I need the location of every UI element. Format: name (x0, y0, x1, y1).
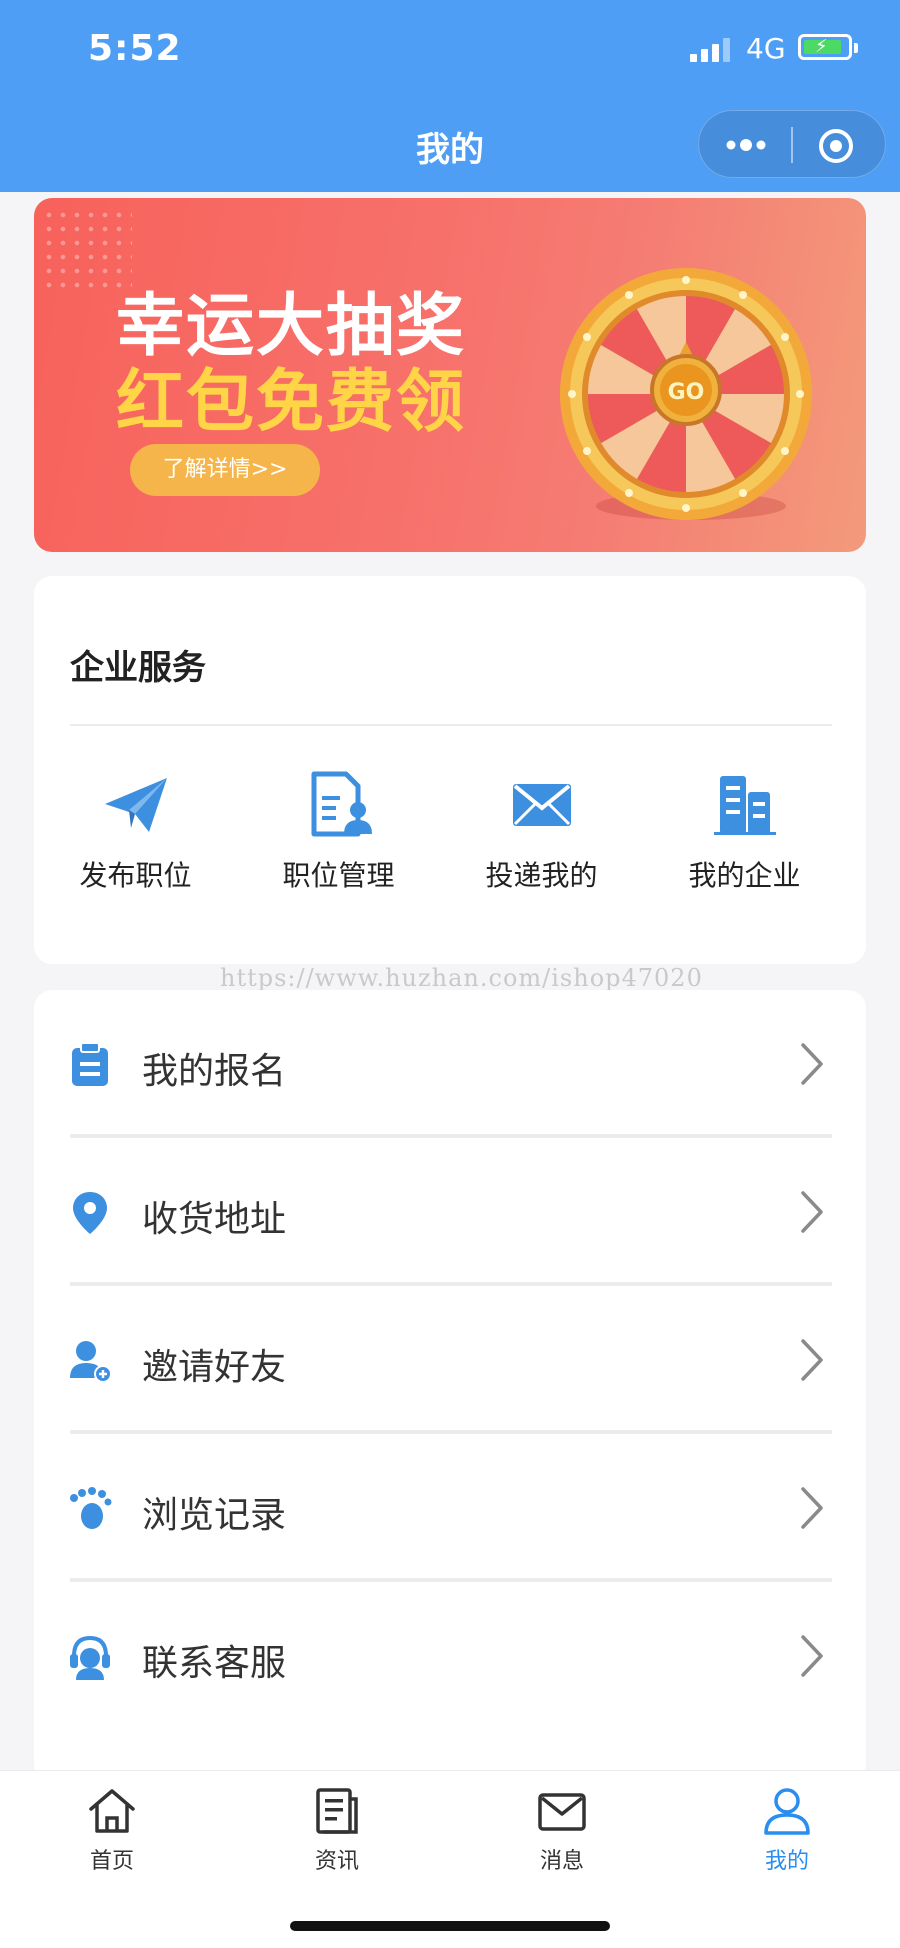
chevron-right-icon (801, 1487, 823, 1529)
tab-label: 资讯 (314, 1849, 359, 1874)
banner-subheadline: 红包免费领 (116, 363, 467, 442)
enterprise-services-card: 企业服务 发布职位 职位管理 投递我的 我的企业 (34, 576, 866, 964)
paper-plane-icon (104, 778, 167, 832)
chevron-right-icon (801, 1339, 823, 1381)
tab-label: 我的 (764, 1849, 809, 1874)
menu-label: 邀请好友 (142, 1347, 287, 1388)
header-bar: 5:52 4G ⚡ 我的 (0, 0, 900, 192)
tab-label: 首页 (89, 1849, 134, 1874)
enterprise-services-title: 企业服务 (70, 648, 206, 688)
chevron-right-icon (801, 1635, 823, 1677)
menu-label: 我的报名 (142, 1051, 287, 1092)
tab-messages[interactable]: 消息 (502, 1785, 622, 1875)
menu-label: 联系客服 (142, 1643, 287, 1684)
job-management-button[interactable]: 职位管理 (237, 770, 440, 894)
envelope-icon (512, 784, 571, 826)
applications-to-me-button[interactable]: 投递我的 (440, 770, 643, 894)
menu-list-card: 我的报名 收货地址 邀请好友 浏览记录 联系客服 (34, 990, 866, 1782)
clipboard-icon (72, 1042, 108, 1086)
wheel-go-label: GO (668, 380, 705, 405)
menu-item-invite-friends[interactable]: 邀请好友 (34, 1286, 866, 1434)
signal-icon (690, 38, 730, 62)
document-user-icon (311, 771, 372, 837)
watermark: https://www.huzhan.com/ishop47020 (220, 964, 703, 992)
bottom-tab-bar: 首页 资讯 消息 我的 (0, 1770, 900, 1948)
news-icon (316, 1788, 358, 1834)
tab-label: 消息 (539, 1849, 584, 1874)
location-pin-icon (73, 1192, 107, 1234)
post-job-label: 发布职位 (79, 859, 192, 892)
post-job-button[interactable]: 发布职位 (34, 770, 237, 894)
tab-profile[interactable]: 我的 (727, 1785, 847, 1875)
customer-service-icon (70, 1635, 110, 1680)
my-company-label: 我的企业 (688, 859, 801, 892)
menu-label: 浏览记录 (142, 1495, 287, 1536)
chevron-right-icon (801, 1191, 823, 1233)
more-icon[interactable] (719, 129, 773, 161)
tab-home[interactable]: 首页 (52, 1785, 172, 1875)
banner-details-button[interactable]: 了解详情>> (130, 444, 320, 496)
menu-item-browsing-history[interactable]: 浏览记录 (34, 1434, 866, 1582)
lottery-banner[interactable]: 幸运大抽奖 红包免费领 了解详情>> GO (34, 198, 866, 552)
add-user-icon (70, 1341, 112, 1383)
chevron-right-icon (801, 1043, 823, 1085)
footprint-icon (70, 1487, 112, 1529)
close-target-icon[interactable] (817, 127, 855, 165)
prize-wheel-icon: GO (560, 268, 812, 520)
building-icon (713, 776, 776, 835)
profile-icon (764, 1788, 810, 1835)
mail-icon (538, 1793, 586, 1831)
menu-label: 收货地址 (142, 1199, 287, 1240)
menu-item-customer-service[interactable]: 联系客服 (34, 1582, 866, 1730)
menu-item-shipping-address[interactable]: 收货地址 (34, 1138, 866, 1286)
home-indicator (290, 1921, 610, 1931)
battery-icon: ⚡ (798, 34, 858, 60)
status-time: 5:52 (88, 28, 182, 69)
divider (70, 724, 832, 726)
network-type: 4G (746, 32, 786, 65)
job-management-label: 职位管理 (282, 859, 395, 892)
menu-item-my-registrations[interactable]: 我的报名 (34, 990, 866, 1138)
home-icon (89, 1789, 135, 1833)
my-company-button[interactable]: 我的企业 (643, 770, 846, 894)
applications-to-me-label: 投递我的 (485, 859, 598, 892)
tab-news[interactable]: 资讯 (277, 1785, 397, 1875)
mini-program-capsule (698, 110, 886, 178)
